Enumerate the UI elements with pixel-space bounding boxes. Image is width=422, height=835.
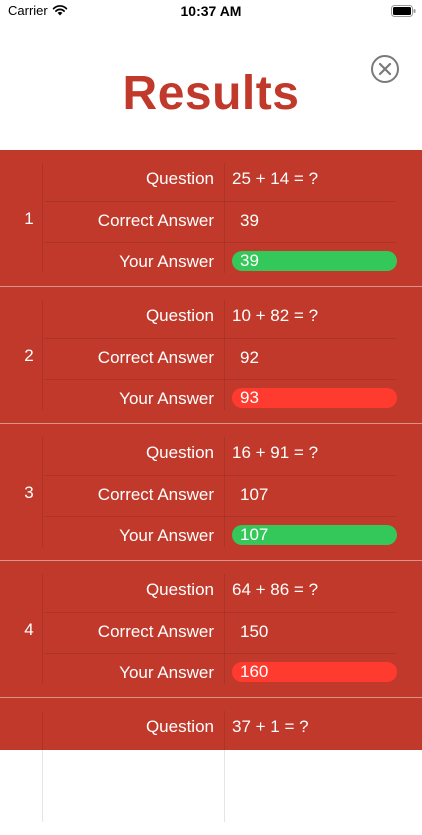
- question-number: 4: [24, 620, 34, 639]
- correct-answer-label: Correct Answer: [97, 211, 214, 230]
- question-label: Question: [145, 580, 214, 599]
- result-item: 4 Question 64 + 86 = ? Correct Answer 15…: [0, 561, 422, 698]
- question-number: 1: [24, 209, 34, 228]
- status-bar: Carrier 10:37 AM: [0, 0, 422, 24]
- question-text: 64 + 86 = ?: [232, 580, 319, 599]
- question-label: Question: [145, 306, 214, 325]
- divider: [45, 201, 396, 202]
- divider: [224, 437, 225, 547]
- question-label: Question: [145, 717, 214, 736]
- result-item: 1 Question 25 + 14 = ? Correct Answer 39…: [0, 150, 422, 287]
- your-answer-label: Your Answer: [119, 663, 214, 682]
- correct-answer-value: 39: [240, 211, 259, 230]
- divider: [45, 338, 396, 339]
- result-item: 3 Question 16 + 91 = ? Correct Answer 10…: [0, 424, 422, 561]
- question-text: 16 + 91 = ?: [232, 443, 319, 462]
- divider: [224, 711, 225, 822]
- divider: [224, 163, 225, 273]
- your-answer-correct-badge: 107: [232, 525, 397, 545]
- question-text: 37 + 1 = ?: [232, 717, 309, 736]
- divider: [224, 300, 225, 410]
- your-answer-correct-badge: 39: [232, 251, 397, 271]
- correct-answer-value: 150: [240, 622, 269, 641]
- question-text: 10 + 82 = ?: [232, 306, 319, 325]
- page-title: Results: [122, 67, 300, 120]
- results-list[interactable]: 1 Question 25 + 14 = ? Correct Answer 39…: [0, 150, 422, 822]
- question-label: Question: [145, 443, 214, 462]
- divider: [45, 612, 396, 613]
- divider: [45, 379, 396, 380]
- result-item: 2 Question 10 + 82 = ? Correct Answer 92…: [0, 287, 422, 424]
- close-icon[interactable]: [370, 54, 400, 84]
- correct-answer-label: Correct Answer: [97, 485, 214, 504]
- your-answer-wrong-badge: 93: [232, 388, 397, 408]
- question-label: Question: [145, 169, 214, 188]
- correct-answer-value: 107: [240, 485, 269, 504]
- divider: [45, 516, 396, 517]
- your-answer-label: Your Answer: [119, 389, 214, 408]
- correct-answer-value: 92: [240, 348, 259, 367]
- divider: [224, 574, 225, 684]
- divider: [42, 711, 43, 822]
- divider: [45, 242, 396, 243]
- your-answer-label: Your Answer: [119, 526, 214, 545]
- divider: [45, 475, 396, 476]
- your-answer-wrong-badge: 160: [232, 662, 397, 682]
- clock-time: 10:37 AM: [180, 3, 242, 19]
- question-text: 25 + 14 = ?: [232, 169, 319, 188]
- correct-answer-label: Correct Answer: [97, 622, 214, 641]
- question-number: 2: [24, 346, 34, 365]
- results-header: Results: [0, 24, 422, 150]
- your-answer-label: Your Answer: [119, 252, 214, 271]
- battery-icon: [391, 5, 416, 17]
- divider: [45, 653, 396, 654]
- question-number: 3: [24, 483, 34, 502]
- correct-answer-label: Correct Answer: [97, 348, 214, 367]
- result-item: Question 37 + 1 = ?: [0, 698, 422, 835]
